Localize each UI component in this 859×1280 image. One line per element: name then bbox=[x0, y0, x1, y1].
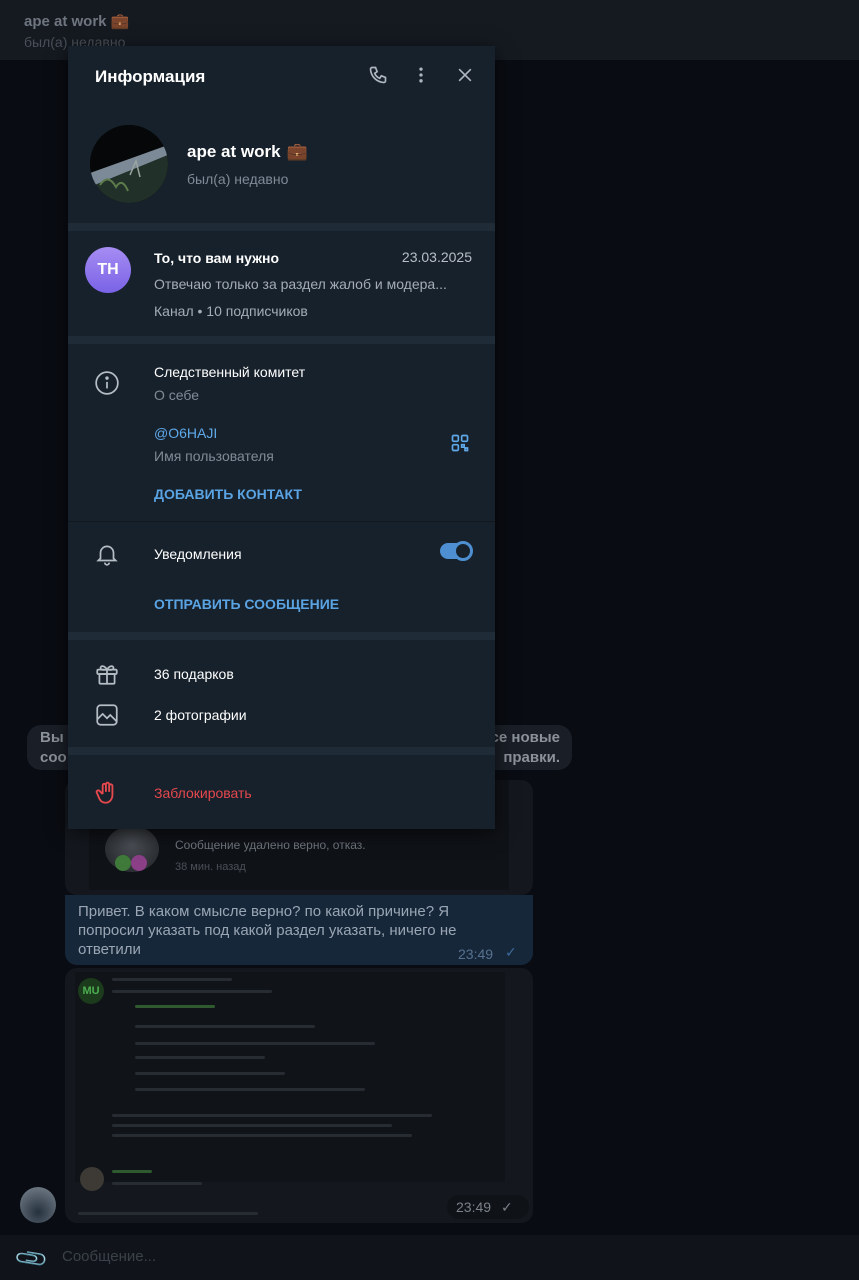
hand-block-icon bbox=[94, 780, 120, 806]
screenshot-line bbox=[135, 1025, 315, 1028]
about-label: О себе bbox=[154, 387, 200, 403]
briefcase-icon: 💼 bbox=[110, 13, 130, 30]
screenshot-time: 23:49 ✓ bbox=[447, 1195, 529, 1219]
card-time: 38 мин. назад bbox=[175, 861, 246, 873]
screenshot-line bbox=[112, 1114, 432, 1117]
channel-name[interactable]: То, что вам нужно bbox=[154, 250, 279, 266]
toggle-knob bbox=[453, 541, 473, 561]
info-panel: Информация ape at work 💼 был(а) недавно T… bbox=[68, 46, 495, 829]
profile-status: был(а) недавно bbox=[187, 171, 289, 187]
screenshot-image[interactable] bbox=[75, 972, 505, 1182]
notifications-label: Уведомления bbox=[154, 546, 242, 562]
bell-icon bbox=[94, 541, 120, 567]
panel-title: Информация bbox=[95, 67, 206, 86]
info-icon bbox=[94, 370, 120, 396]
section-divider bbox=[68, 336, 495, 344]
channel-avatar[interactable]: TH bbox=[85, 247, 131, 293]
photo-icon bbox=[94, 702, 120, 728]
screenshot-line bbox=[112, 978, 232, 981]
sender-avatar[interactable] bbox=[20, 1187, 56, 1223]
badge-icon bbox=[131, 855, 147, 871]
channel-meta: Канал • 10 подписчиков bbox=[154, 303, 308, 319]
check-icon: ✓ bbox=[501, 1199, 513, 1215]
add-contact-button[interactable]: ДОБАВИТЬ КОНТАКТ bbox=[154, 486, 302, 502]
section-divider bbox=[68, 521, 495, 522]
channel-preview: Отвечаю только за раздел жалоб и модера.… bbox=[154, 276, 447, 292]
photos-item[interactable]: 2 фотографии bbox=[154, 707, 247, 723]
channel-date: 23.03.2025 bbox=[401, 249, 472, 265]
section-divider bbox=[68, 223, 495, 231]
screenshot-line bbox=[135, 1056, 265, 1059]
card-text: Сообщение удалено верно, отказ. bbox=[175, 838, 366, 852]
outgoing-message-text: Привет. В каком смысле верно? по какой п… bbox=[78, 903, 457, 958]
badge-icon bbox=[115, 855, 131, 871]
check-icon: ✓ bbox=[505, 944, 517, 960]
screenshot-line bbox=[135, 1088, 365, 1091]
screenshot-avatar: MU bbox=[78, 978, 104, 1004]
screenshot-line bbox=[135, 1005, 215, 1008]
section-divider bbox=[68, 632, 495, 640]
close-icon[interactable] bbox=[455, 65, 475, 85]
screenshot-line bbox=[112, 1182, 202, 1185]
screenshot-line bbox=[112, 1124, 392, 1127]
screenshot-line bbox=[135, 1072, 285, 1075]
briefcase-icon: 💼 bbox=[286, 142, 308, 161]
qr-code-icon[interactable] bbox=[450, 433, 470, 453]
message-input[interactable]: Сообщение... bbox=[62, 1248, 156, 1265]
username-label: Имя пользователя bbox=[154, 448, 274, 464]
profile-name: ape at work 💼 bbox=[187, 142, 308, 161]
screenshot-line bbox=[112, 990, 272, 993]
send-message-button[interactable]: ОТПРАВИТЬ СООБЩЕНИЕ bbox=[154, 596, 339, 612]
username-value[interactable]: @O6HAJI bbox=[154, 425, 217, 441]
screenshot-user-avatar bbox=[80, 1167, 104, 1191]
gift-icon bbox=[94, 661, 120, 687]
about-value: Следственный комитет bbox=[154, 364, 306, 380]
profile-avatar[interactable] bbox=[90, 125, 168, 203]
more-vertical-icon[interactable] bbox=[411, 65, 431, 85]
section-divider bbox=[68, 747, 495, 755]
screenshot-line bbox=[78, 1212, 258, 1215]
screenshot-line bbox=[112, 1170, 152, 1173]
block-button[interactable]: Заблокировать bbox=[154, 785, 252, 801]
notifications-toggle[interactable] bbox=[440, 541, 473, 561]
screenshot-line bbox=[112, 1134, 412, 1137]
system-message-right: се новые правки. bbox=[490, 729, 560, 766]
phone-icon[interactable] bbox=[368, 65, 388, 85]
message-time: 23:49 bbox=[458, 946, 494, 962]
gifts-item[interactable]: 36 подарков bbox=[154, 666, 234, 682]
chat-title: ape at work 💼 bbox=[24, 13, 130, 30]
screenshot-line bbox=[135, 1042, 375, 1045]
